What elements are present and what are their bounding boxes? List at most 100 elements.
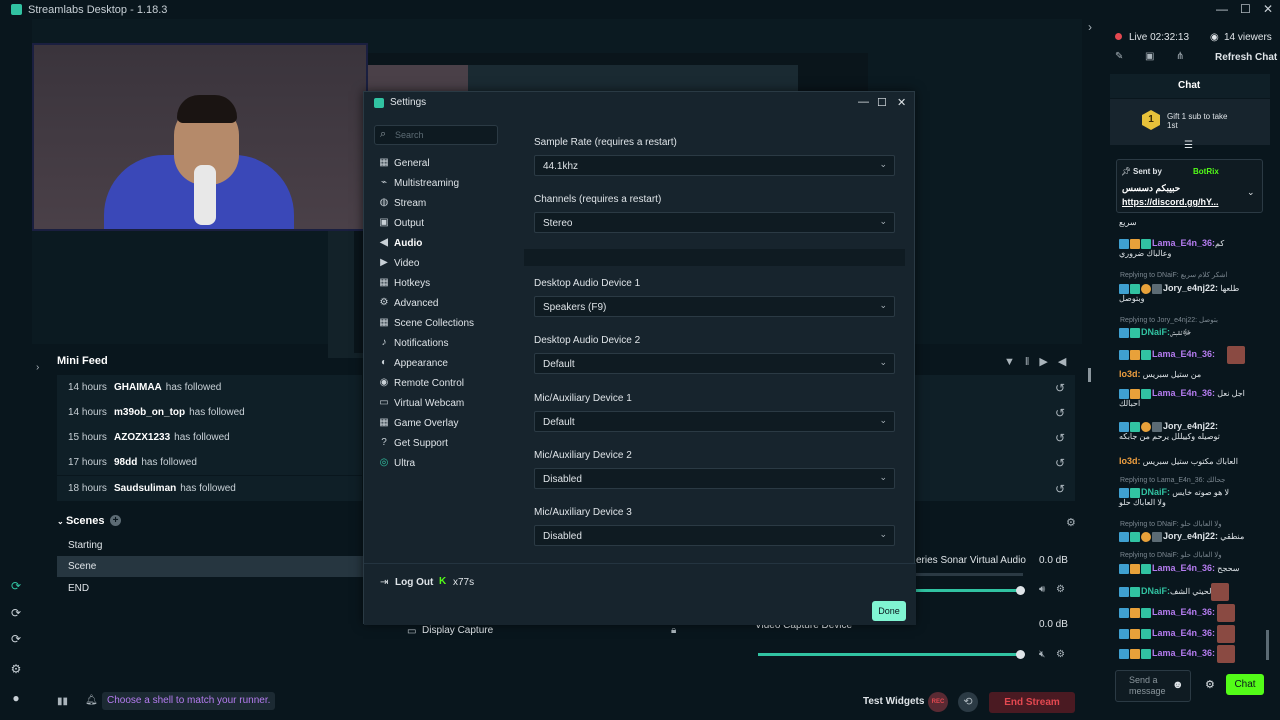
chevron-down-icon: ⌄ <box>879 529 887 539</box>
stats-icon[interactable]: ▮▮ <box>57 696 68 707</box>
nav-hotkeys[interactable]: ▦ Hotkeys <box>379 275 430 291</box>
pinned-message[interactable]: 📌︎ Sent by BotRix حبيبكم دسسس https://di… <box>1116 159 1263 213</box>
volume-slider[interactable] <box>916 589 1023 592</box>
feed-controls[interactable]: ▼‖▶◀ <box>1004 355 1076 368</box>
chat-settings-gear-icon[interactable]: ⚙ <box>1205 678 1215 691</box>
feed-row: 18 hours Saudsuliman has followed <box>57 476 362 501</box>
nav-notifications[interactable]: ♪ Notifications <box>379 335 449 351</box>
maximize-icon[interactable]: ☐ <box>1240 2 1251 16</box>
nav-audio[interactable]: ◀ Audio <box>379 235 422 251</box>
emoji-icon[interactable]: ☻ <box>1172 679 1184 691</box>
settings-icon[interactable]: ⚙ <box>9 662 23 676</box>
nav-general[interactable]: ▦ General <box>379 155 429 171</box>
expand-chevron-icon[interactable]: › <box>36 362 39 373</box>
chevron-down-icon[interactable]: ⌄ <box>1247 187 1255 198</box>
lock-icon[interactable]: 🔒︎ <box>671 625 676 636</box>
link-icon[interactable]: ⋔ <box>1176 51 1184 62</box>
nav-appearance[interactable]: ◐ Appearance <box>379 355 448 371</box>
gift-text[interactable]: Gift 1 sub to take 1st <box>1167 112 1237 130</box>
test-widgets-button[interactable]: Test Widgets <box>863 696 924 707</box>
mixer-settings-gear-icon[interactable]: ⚙ <box>1066 516 1076 529</box>
kick-logo-icon: K <box>439 576 447 587</box>
webcam-icon: ▭ <box>379 397 389 408</box>
muted-speaker-icon[interactable]: 🔇︎ <box>1039 649 1045 660</box>
notification-icon[interactable]: 🔔︎ <box>85 695 98 706</box>
volume-slider[interactable] <box>758 653 1023 656</box>
replay-icon[interactable]: ↺ <box>1055 431 1065 445</box>
volume-slider-handle[interactable] <box>1016 586 1025 595</box>
close-icon[interactable]: ✕ <box>1263 2 1273 16</box>
scene-item[interactable]: END <box>57 578 364 599</box>
minimize-icon[interactable]: — <box>1216 2 1228 16</box>
collapse-chat-chevron-icon[interactable]: › <box>1088 20 1092 34</box>
chat-reply: Replying to DNaiF: ولا العاباك حلو <box>1120 552 1222 559</box>
speaker-icon: ◀ <box>380 237 388 248</box>
feed-row: 14 hours GHAIMAA has followed <box>57 375 362 400</box>
studio-icon[interactable]: ⟳ <box>9 579 23 593</box>
chat-reply: Replying to DNaiF: اشكر كلام سريع <box>1120 272 1228 279</box>
speaker-icon[interactable]: 🔊︎ <box>1039 584 1045 595</box>
scene-item-selected[interactable]: Scene <box>57 556 364 577</box>
nav-stream[interactable]: ◍ Stream <box>379 195 427 211</box>
volume-slider-handle[interactable] <box>1016 650 1025 659</box>
chat-message: DNaiF: لا هو صوته خايس ولا العاباك حلو <box>1119 487 1230 507</box>
pinned-link[interactable]: https://discord.gg/hY... <box>1122 197 1219 207</box>
mic-aux-2-select[interactable]: Disabled ⌄ <box>534 468 895 489</box>
minifeed-title: Mini Feed <box>57 355 108 367</box>
scene-item[interactable]: Starting <box>57 535 364 556</box>
live-indicator-icon <box>1115 33 1122 40</box>
minimize-icon[interactable]: — <box>858 96 869 108</box>
sample-rate-select[interactable]: 44.1khz ⌄ <box>534 155 895 176</box>
nav-video[interactable]: ▶ Video <box>379 255 419 271</box>
profile-icon[interactable]: ● <box>9 691 23 705</box>
desktop-audio-2-select[interactable]: Default ⌄ <box>534 353 895 374</box>
themes-icon[interactable]: ⟳ <box>9 606 23 620</box>
chat-input[interactable]: Send a message ☻ <box>1115 670 1191 702</box>
audio-gear-icon[interactable]: ⚙ <box>1056 649 1065 660</box>
source-display-capture[interactable]: Display Capture <box>422 625 493 636</box>
nav-virtual-webcam[interactable]: ▭ Virtual Webcam <box>379 395 464 411</box>
replay-icon[interactable]: ↺ <box>1055 406 1065 420</box>
nav-advanced[interactable]: ⚙ Advanced <box>379 295 439 311</box>
end-stream-button[interactable]: End Stream <box>989 692 1075 713</box>
share-icon[interactable]: ▣ <box>1145 51 1154 62</box>
field-label: Sample Rate (requires a restart) <box>534 137 677 148</box>
send-chat-button[interactable]: Chat <box>1226 674 1264 695</box>
notification-message[interactable]: Choose a shell to match your runner. <box>102 692 276 710</box>
mic-aux-1-select[interactable]: Default ⌄ <box>534 411 895 432</box>
nav-output[interactable]: ▣ Output <box>379 215 424 231</box>
apps-icon[interactable]: ⟳ <box>9 632 23 646</box>
chat-message: Jory_e4nj22: طلعها وبتوصل <box>1119 283 1240 303</box>
refresh-chat-button[interactable]: Refresh Chat <box>1215 52 1277 63</box>
feed-scrollbar[interactable] <box>1088 368 1091 382</box>
pin-icon: 📌︎ <box>1121 167 1132 176</box>
logout-button[interactable]: Log Out <box>395 577 433 588</box>
done-button[interactable]: Done <box>872 601 906 621</box>
nav-multistreaming[interactable]: ⌁ Multistreaming <box>379 175 459 191</box>
add-scene-icon[interactable]: + <box>110 515 121 526</box>
nav-game-overlay[interactable]: ▦ Game Overlay <box>379 415 458 431</box>
edit-icon[interactable]: ✎ <box>1115 51 1123 62</box>
replay-icon[interactable]: ↺ <box>1055 456 1065 470</box>
mic-aux-3-select[interactable]: Disabled ⌄ <box>534 525 895 546</box>
feed-row: 14 hours m39ob_on_top has followed <box>57 400 362 425</box>
desktop-audio-1-select[interactable]: Speakers (F9) ⌄ <box>534 296 895 317</box>
channels-select[interactable]: Stereo ⌄ <box>534 212 895 233</box>
close-icon[interactable]: ✕ <box>897 96 906 109</box>
audio-gear-icon[interactable]: ⚙ <box>1056 584 1065 595</box>
replay-icon[interactable]: ↺ <box>1055 482 1065 496</box>
settings-search-input[interactable]: ⌕ Search <box>374 125 498 145</box>
replay-buffer-icon[interactable]: ⟲ <box>958 692 978 712</box>
replay-icon[interactable]: ↺ <box>1055 381 1065 395</box>
field-label: Channels (requires a restart) <box>534 194 662 205</box>
emote-image <box>1217 625 1236 643</box>
nav-ultra[interactable]: ◎ Ultra <box>379 455 416 471</box>
record-button-icon[interactable]: REC <box>928 692 948 712</box>
maximize-icon[interactable]: ☐ <box>877 96 887 109</box>
nav-scene-collections[interactable]: ▦ Scene Collections <box>379 315 474 331</box>
nav-get-support[interactable]: ? Get Support <box>379 435 448 451</box>
nav-remote-control[interactable]: ◉ Remote Control <box>379 375 464 391</box>
chat-reply: Replying to DNaiF: ولا العاباك حلو <box>1120 521 1222 528</box>
chat-scrollbar[interactable] <box>1266 630 1269 660</box>
filter-icon[interactable]: ☰ <box>1184 140 1193 151</box>
